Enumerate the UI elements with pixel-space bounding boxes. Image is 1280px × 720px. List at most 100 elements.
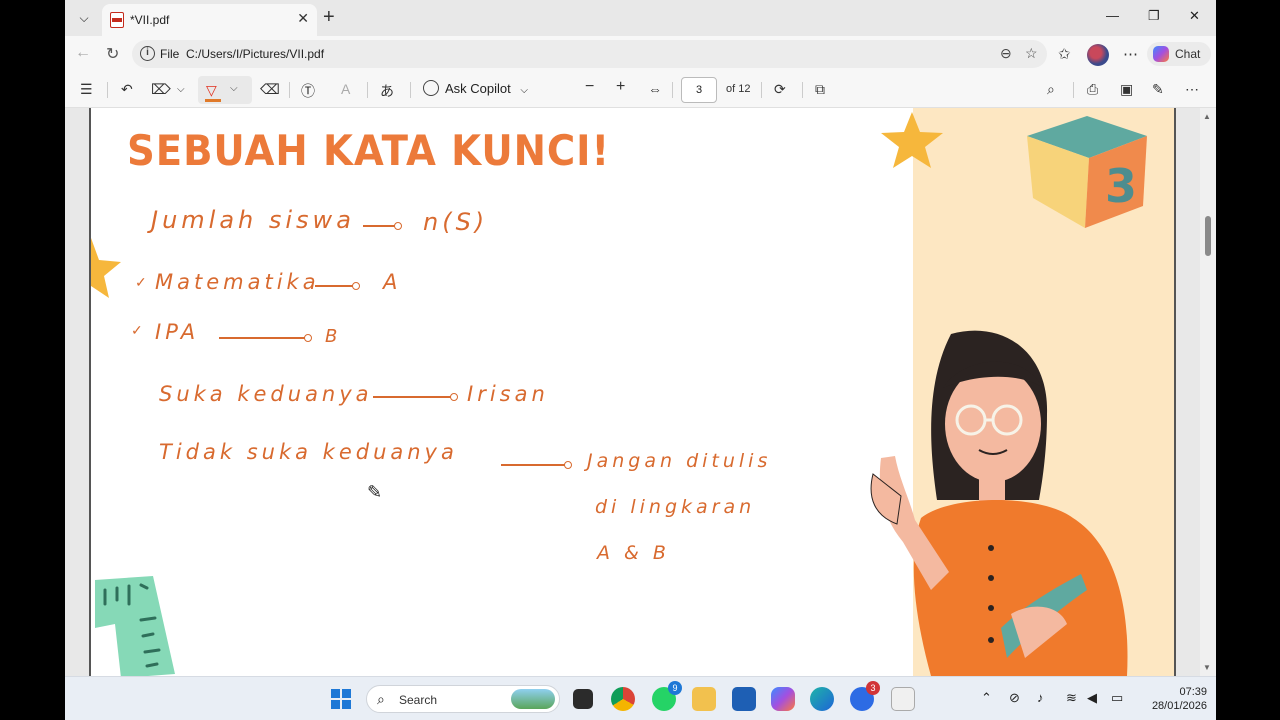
undo-icon[interactable]: ↶: [121, 81, 133, 98]
address-bar[interactable]: i File C:/Users/I/Pictures/VII.pdf ⊖ ☆: [132, 40, 1047, 68]
save-as-icon[interactable]: ✎: [1152, 81, 1164, 98]
toolbar-divider: [802, 82, 803, 98]
arrow-icon: [219, 334, 312, 342]
restore-button[interactable]: ❐: [1148, 8, 1160, 24]
note-b: B: [325, 326, 342, 347]
save-icon[interactable]: ▣: [1120, 81, 1133, 98]
scrollbar-thumb[interactable]: [1205, 216, 1211, 256]
whatsapp-badge: 9: [668, 681, 682, 695]
zoom-in-icon[interactable]: +: [616, 78, 625, 96]
print-icon[interactable]: ⎙: [1087, 81, 1098, 98]
add-text-icon[interactable]: Ⓣ: [301, 81, 315, 101]
pdf-page[interactable]: 3 SEBUAH KATA KUNCI! Jumlah siswa n(S) ✓…: [89, 108, 1176, 676]
search-placeholder: Search: [399, 693, 438, 707]
tab-vii-pdf[interactable]: *VII.pdf ✕: [102, 4, 317, 36]
eraser-icon[interactable]: ⌫: [260, 81, 280, 98]
checkmark-icon: ✓: [135, 274, 147, 290]
store-icon[interactable]: [732, 687, 756, 711]
address-url[interactable]: C:/Users/I/Pictures/VII.pdf: [186, 47, 324, 61]
refresh-icon[interactable]: ↻: [106, 44, 119, 64]
microphone-icon[interactable]: ♪: [1037, 690, 1044, 705]
arrow-icon: [315, 282, 360, 290]
read-aloud-icon[interactable]: A: [341, 81, 350, 97]
toolbar-divider: [367, 82, 368, 98]
scroll-down-icon[interactable]: ▼: [1203, 663, 1211, 672]
toolbar-divider: [761, 82, 762, 98]
zoom-out-icon[interactable]: −: [585, 78, 594, 96]
whatsapp-icon[interactable]: 9: [652, 681, 682, 711]
file-explorer-icon[interactable]: [692, 687, 716, 711]
toolbar-divider: [410, 82, 411, 98]
page-view-icon[interactable]: ⧉: [815, 81, 825, 98]
find-icon[interactable]: ⌕: [1047, 81, 1055, 98]
search-highlight-image: [511, 689, 555, 709]
network-warning-icon[interactable]: ⊘: [1009, 690, 1020, 706]
tab-title: *VII.pdf: [130, 13, 170, 27]
toolbar-divider: [107, 82, 108, 98]
more-menu-icon[interactable]: ⋯: [1123, 45, 1138, 63]
translate-icon[interactable]: あ: [380, 81, 394, 101]
system-clock[interactable]: 07:39 28/01/2026: [1143, 685, 1207, 713]
favorites-icon[interactable]: ✩: [1058, 45, 1071, 63]
page-number-input[interactable]: 3: [681, 77, 717, 103]
minimize-button[interactable]: —: [1106, 8, 1119, 23]
note-tidak-suka-keduanya: Tidak suka keduanya: [159, 440, 458, 464]
toolbar-divider: [672, 82, 673, 98]
zoom-badge: 3: [866, 681, 880, 695]
zoom-app-icon[interactable]: 3: [850, 681, 880, 711]
favorite-star-icon[interactable]: ☆: [1025, 45, 1038, 62]
scroll-up-icon[interactable]: ▲: [1203, 112, 1211, 121]
wifi-icon[interactable]: ≋: [1066, 690, 1077, 706]
new-tab-button[interactable]: +: [323, 6, 335, 28]
chrome-icon[interactable]: [611, 687, 635, 711]
arrow-icon: [373, 393, 458, 401]
ask-copilot-button[interactable]: Ask Copilot ⌵: [423, 80, 528, 96]
zoom-icon[interactable]: ⊖: [1000, 45, 1012, 62]
highlight-icon[interactable]: ⌦: [151, 81, 171, 98]
checkmark-icon: ✓: [131, 322, 143, 338]
info-icon[interactable]: i: [140, 46, 155, 61]
document-viewer[interactable]: 3 SEBUAH KATA KUNCI! Jumlah siswa n(S) ✓…: [65, 108, 1216, 676]
more-options-icon[interactable]: ⋯: [1185, 81, 1199, 98]
show-hidden-icons-icon[interactable]: ⌃: [981, 690, 992, 706]
note-suka-keduanya: Suka keduanya: [159, 382, 373, 406]
note-a-and-b: A & B: [597, 542, 670, 564]
tab-close-icon[interactable]: ✕: [297, 10, 309, 27]
battery-icon[interactable]: ▭: [1111, 690, 1123, 706]
vertical-scrollbar[interactable]: ▲ ▼: [1200, 108, 1216, 676]
clock-time: 07:39: [1179, 686, 1207, 698]
toolbar-divider: [289, 82, 290, 98]
note-di-lingkaran: di lingkaran: [595, 496, 756, 518]
back-icon[interactable]: ←: [75, 44, 91, 62]
copilot-app-icon[interactable]: [771, 687, 795, 711]
volume-icon[interactable]: ◀: [1087, 690, 1097, 706]
contents-icon[interactable]: ☰: [80, 81, 93, 98]
taskbar-search[interactable]: ⌕ Search: [366, 685, 560, 713]
search-icon: ⌕: [377, 691, 385, 707]
note-matematika: Matematika: [155, 270, 320, 294]
draw-chevron-icon: ⌵: [230, 83, 238, 94]
pdf-icon: [110, 12, 124, 28]
rotate-icon[interactable]: ⟳: [774, 81, 786, 98]
edge-icon[interactable]: [810, 687, 834, 711]
draw-button[interactable]: ▽ ⌵: [198, 76, 252, 104]
highlight-chevron-icon[interactable]: ⌵: [177, 84, 185, 95]
copilot-icon: [1153, 46, 1169, 62]
fit-width-icon[interactable]: ⇔: [648, 81, 662, 97]
profile-avatar[interactable]: [1087, 44, 1109, 66]
close-window-button[interactable]: ✕: [1189, 8, 1200, 24]
arrow-icon: [363, 222, 402, 230]
pen-cursor-icon: ✎: [367, 482, 383, 502]
svg-text:3: 3: [1105, 159, 1137, 213]
tab-actions-menu[interactable]: ⌵: [71, 6, 97, 30]
copilot-chat-button[interactable]: Chat: [1147, 42, 1211, 66]
draw-pen-icon: ▽: [206, 82, 217, 98]
snipping-tool-icon[interactable]: [891, 687, 915, 711]
ruler-illustration: [95, 576, 175, 676]
copilot-outline-icon: [423, 80, 439, 96]
windows-start-icon[interactable]: [331, 689, 351, 709]
address-row: ← ↻ i File C:/Users/I/Pictures/VII.pdf ⊖…: [65, 36, 1216, 72]
draw-color-indicator: [205, 99, 221, 102]
task-view-icon[interactable]: [573, 689, 593, 709]
tab-strip: ⌵ *VII.pdf ✕ + — ❐ ✕: [65, 0, 1216, 36]
